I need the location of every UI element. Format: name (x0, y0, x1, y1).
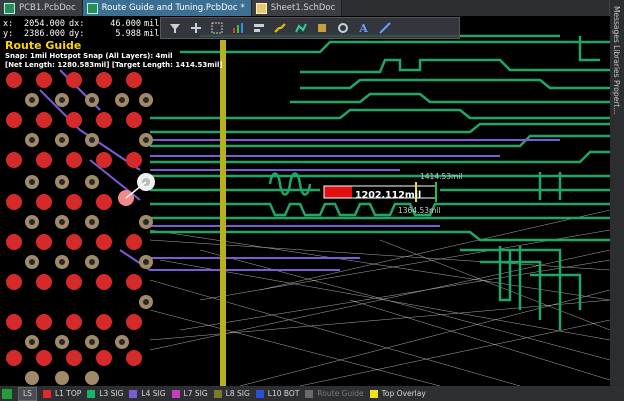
y-label: y: (3, 29, 14, 39)
pcb-canvas[interactable]: 1414.53mil 1364.53mil (0, 16, 610, 386)
layer-label: L1 TOP (54, 389, 82, 398)
dy-value: 5.988 (115, 29, 141, 39)
layer-color-swatch (305, 389, 314, 398)
route-guide-title: Route Guide (5, 39, 82, 52)
layer-color-swatch (213, 389, 222, 398)
active-bar-toolbar: A (160, 17, 460, 39)
dx-value: 46.000 (110, 19, 141, 29)
layer-color-swatch (2, 388, 12, 399)
current-length-label: 1202.112mil (355, 190, 422, 201)
green-traces (150, 34, 610, 330)
pcb-file-icon (86, 2, 98, 14)
tab-label: Sheet1.SchDoc (270, 3, 336, 13)
layer-tab-l8-sig[interactable]: L8 SIG (213, 389, 250, 398)
layer-label: Route Guide (317, 389, 364, 398)
route-guide-snap: Snap: 1mil Hotspot Snap (All Layers): 4m… (5, 52, 173, 60)
layer-tab-top-overlay[interactable]: Top Overlay (369, 389, 426, 398)
layer-color-swatch (87, 389, 96, 398)
add-icon[interactable] (186, 19, 205, 37)
keepout-bar (220, 40, 226, 386)
length-gauge-current (324, 186, 352, 198)
y-value: 2386.000 (24, 29, 65, 39)
dx-unit: mil (144, 19, 160, 29)
dy-unit: mil (144, 29, 160, 39)
layer-tab-route-guide[interactable]: Route Guide (305, 389, 364, 398)
x-label: x: (3, 19, 14, 29)
min-length-label: 1364.53mil (398, 206, 441, 215)
layer-tab-l4-sig[interactable]: L4 SIG (129, 389, 166, 398)
x-value: 2054.000 (24, 19, 65, 29)
tab-label: Route Guide and Tuning.PcbDoc (101, 3, 238, 13)
layer-set-label: LS (18, 386, 37, 401)
pad-grid (6, 72, 155, 385)
pcb-layout-drawing (6, 34, 610, 386)
layer-tab-l10-bot[interactable]: L10 BOT (255, 389, 300, 398)
layer-set-button[interactable]: LS (2, 386, 37, 401)
filter-icon[interactable] (165, 19, 184, 37)
modified-marker: * (240, 3, 245, 13)
layer-label: Top Overlay (381, 389, 426, 398)
layer-label: L4 SIG (141, 389, 166, 398)
layer-tab-l7-sig[interactable]: L7 SIG (171, 389, 208, 398)
layer-tab-l3-sig[interactable]: L3 SIG (87, 389, 123, 398)
route-icon[interactable] (270, 19, 289, 37)
layer-label: L8 SIG (225, 389, 250, 398)
layer-color-swatch (255, 389, 264, 398)
via-icon[interactable] (333, 19, 352, 37)
route-guide-lengths: [Net Length: 1280.583mil] [Target Length… (5, 61, 223, 69)
select-rect-icon[interactable] (207, 19, 226, 37)
coordinate-hud: x: 2054.000 dx: 46.000 mil y: 2386.000 d… (3, 19, 159, 39)
layer-tab-bar: LS L1 TOP L3 SIG L4 SIG L7 SIG L8 SIG L1… (0, 386, 624, 401)
tab-sheet1[interactable]: Sheet1.SchDoc (251, 0, 343, 16)
schematic-file-icon (255, 2, 267, 14)
right-panel-label: Messages Libraries Propert... (612, 6, 621, 115)
layer-label: L7 SIG (183, 389, 208, 398)
interactive-route-icon[interactable] (291, 19, 310, 37)
layer-label: L3 SIG (99, 389, 124, 398)
align-icon[interactable] (249, 19, 268, 37)
text-icon[interactable]: A (354, 19, 373, 37)
right-panel-strip[interactable]: Messages Libraries Propert... (609, 0, 624, 401)
document-tab-bar: PCB1.PcbDoc Route Guide and Tuning.PcbDo… (0, 0, 610, 16)
tab-label: PCB1.PcbDoc (19, 3, 76, 13)
line-icon[interactable] (375, 19, 394, 37)
layer-color-swatch (369, 389, 378, 398)
tab-pcb1[interactable]: PCB1.PcbDoc (0, 0, 83, 16)
layer-color-swatch (171, 389, 180, 398)
pcb-file-icon (4, 2, 15, 14)
chart-icon[interactable] (228, 19, 247, 37)
target-length-label: 1414.53mil (420, 172, 463, 181)
layer-color-swatch (42, 389, 51, 398)
layer-color-swatch (129, 389, 138, 398)
tab-route-guide-and-tuning[interactable]: Route Guide and Tuning.PcbDoc * (82, 0, 252, 16)
pad-icon[interactable] (312, 19, 331, 37)
dy-label: dy: (69, 29, 85, 39)
layer-tab-l1-top[interactable]: L1 TOP (42, 389, 82, 398)
layer-label: L10 BOT (267, 389, 300, 398)
dx-label: dx: (69, 19, 85, 29)
